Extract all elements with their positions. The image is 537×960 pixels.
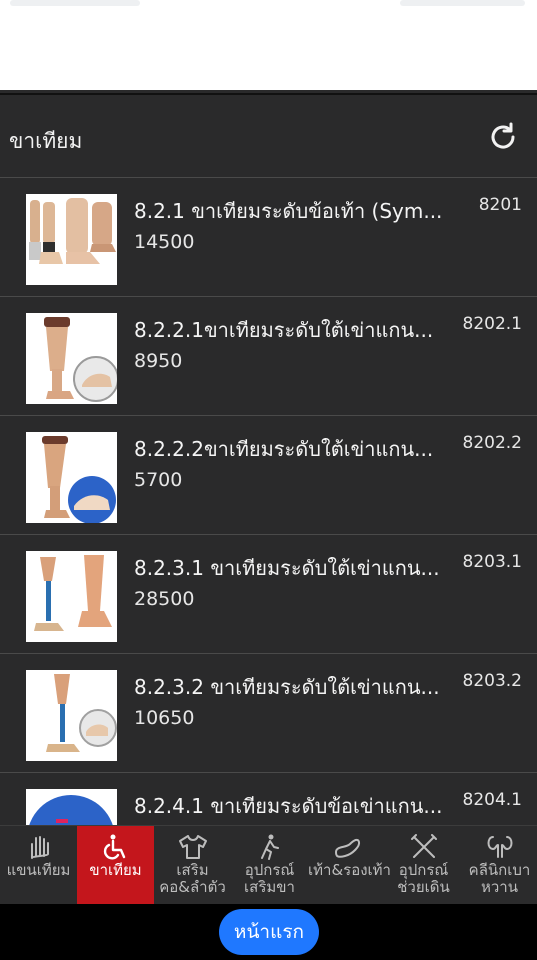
tab-label-line2: ช่วยเดิน: [397, 878, 450, 896]
product-image: [26, 313, 117, 404]
tab-leg-prosthesis[interactable]: ขาเทียม: [77, 826, 154, 905]
app-container: ขาเทียม 8.2.1 ขาเทียมระดับข้อเท้า (Sym..…: [0, 90, 537, 960]
faded-content: [400, 0, 525, 6]
item-code: 8203.1: [462, 552, 522, 572]
product-image: [26, 432, 117, 523]
product-image: [26, 789, 117, 825]
page-title: ขาเทียม: [9, 129, 83, 153]
item-code: 8202.2: [462, 433, 522, 453]
hand-icon: [30, 836, 49, 859]
item-price: 10650: [134, 707, 195, 729]
item-name: 8.2.3.2 ขาเทียมระดับใต้เข่าแกน...: [134, 675, 440, 699]
tab-label: ขาเทียม: [89, 861, 142, 879]
walking-icon: [260, 834, 279, 860]
tab-label: คลีนิกเบา: [468, 861, 531, 879]
tab-label: แขนเทียม: [6, 861, 71, 879]
tab-label: เสริม: [176, 861, 209, 879]
footer-bar: หน้าแรก: [0, 904, 537, 960]
tab-label: อุปกรณ์: [244, 861, 295, 879]
tab-label-line2: หวาน: [481, 878, 518, 896]
item-price: 28500: [134, 588, 195, 610]
app-header: ขาเทียม: [0, 93, 537, 179]
tab-label: อุปกรณ์: [398, 861, 449, 879]
faded-content: [10, 0, 140, 6]
tab-walking-aid[interactable]: อุปกรณ์ ช่วยเดิน: [385, 826, 462, 905]
item-name: 8.2.1 ขาเทียมระดับข้อเท้า (Sym...: [134, 199, 443, 223]
bottom-tab-bar: แขนเทียม ขาเทียม เสริม คอ&ลำตัว อุปกรณ์ …: [0, 825, 537, 905]
item-name: 8.2.4.1 ขาเทียมระดับข้อเข่าแกน...: [134, 794, 443, 818]
browser-top-area: [0, 0, 537, 90]
wheelchair-icon: [103, 834, 125, 860]
list-item[interactable]: 8.2.2.2ขาเทียมระดับใต้เข่าแกน... 5700 82…: [0, 415, 537, 534]
kidney-icon: [487, 836, 512, 858]
tab-arm-prosthesis[interactable]: แขนเทียม: [0, 826, 77, 905]
item-code: 8204.1: [462, 790, 522, 810]
item-price: 14500: [134, 231, 195, 253]
tab-neck-torso[interactable]: เสริม คอ&ลำตัว: [154, 826, 231, 905]
list-item[interactable]: 8.2.3.2 ขาเทียมระดับใต้เข่าแกน... 10650 …: [0, 653, 537, 772]
tab-diabetes-clinic[interactable]: คลีนิกเบา หวาน: [462, 826, 537, 905]
insole-icon: [334, 838, 360, 858]
item-code: 8203.2: [462, 671, 522, 691]
item-name: 8.2.3.1 ขาเทียมระดับใต้เข่าแกน...: [134, 556, 440, 580]
tab-label: เท้า&รองเท้า: [308, 861, 391, 879]
item-name: 8.2.2.2ขาเทียมระดับใต้เข่าแกน...: [134, 437, 434, 461]
shirt-icon: [178, 835, 207, 859]
item-price: 5700: [134, 469, 183, 491]
tab-foot-shoe[interactable]: เท้า&รองเท้า: [308, 826, 391, 905]
item-code: 8202.1: [462, 314, 522, 334]
tab-label-line2: คอ&ลำตัว: [159, 878, 226, 896]
list-item[interactable]: 8.2.2.1ขาเทียมระดับใต้เข่าแกน... 8950 82…: [0, 296, 537, 415]
product-list: 8.2.1 ขาเทียมระดับข้อเท้า (Sym... 14500 …: [0, 177, 537, 825]
product-image: [26, 194, 117, 285]
home-button[interactable]: หน้าแรก: [219, 909, 319, 955]
list-item[interactable]: 8.2.4.1 ขาเทียมระดับข้อเข่าแกน... 8204.1: [0, 772, 537, 825]
item-name: 8.2.2.1ขาเทียมระดับใต้เข่าแกน...: [134, 318, 434, 342]
tab-label-line2: เสริมขา: [244, 878, 295, 896]
item-code: 8201: [478, 195, 522, 215]
product-image: [26, 551, 117, 642]
list-item[interactable]: 8.2.1 ขาเทียมระดับข้อเท้า (Sym... 14500 …: [0, 177, 537, 296]
crutches-icon: [410, 834, 437, 858]
item-price: 8950: [134, 350, 183, 372]
tab-leg-orthosis[interactable]: อุปกรณ์ เสริมขา: [231, 826, 308, 905]
product-image: [26, 670, 117, 761]
refresh-icon[interactable]: [487, 121, 519, 153]
list-item[interactable]: 8.2.3.1 ขาเทียมระดับใต้เข่าแกน... 28500 …: [0, 534, 537, 653]
